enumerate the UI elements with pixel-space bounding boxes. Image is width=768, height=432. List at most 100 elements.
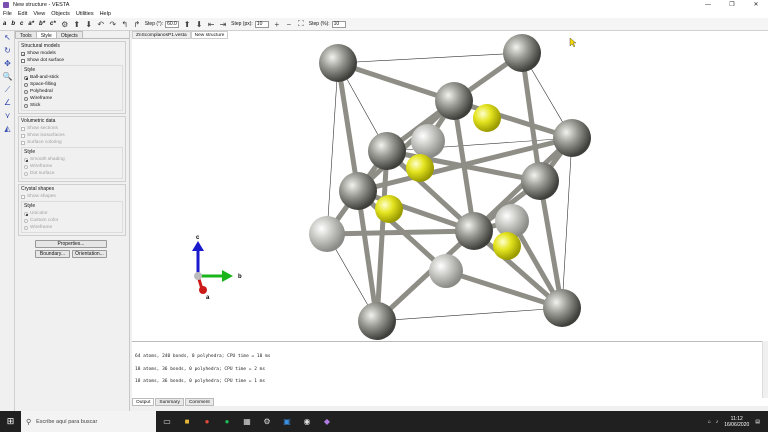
view-along-c-star-button[interactable]: c* <box>50 21 56 27</box>
camera-icon[interactable]: ◉ <box>298 413 316 431</box>
clock[interactable]: 11:12 16/06/2020 <box>724 416 749 428</box>
zn-atom <box>553 119 591 157</box>
rotate-left-icon[interactable]: ↶ <box>97 20 105 29</box>
zoom-out-icon[interactable]: − <box>285 20 293 29</box>
step-px-input[interactable]: 10 <box>254 20 269 28</box>
step-deg-input[interactable]: 60.0 <box>165 20 180 28</box>
step-deg-label: Step (°): <box>144 21 164 27</box>
angle-tool-icon[interactable]: ∠ <box>0 96 15 109</box>
zn-atom <box>435 82 473 120</box>
tab-comment[interactable]: Comment <box>184 398 214 406</box>
calculator-icon[interactable]: ▦ <box>238 413 256 431</box>
axis-label-b: b <box>238 274 242 280</box>
rotate-up-icon[interactable]: ⬆ <box>73 20 81 29</box>
tab-style[interactable]: Style <box>35 31 57 39</box>
maximize-button[interactable]: ❐ <box>720 0 744 9</box>
translate-up-icon[interactable]: ⬆ <box>183 20 191 29</box>
structure-viewer[interactable]: ZnScomplanosP1.vesta New structure c b a <box>132 31 768 341</box>
orientation-button[interactable]: Orientation... <box>72 250 107 258</box>
zoom-in-icon[interactable]: + <box>273 20 281 29</box>
menu-help[interactable]: Help <box>100 11 111 17</box>
folder-icon[interactable]: ■ <box>178 413 196 431</box>
tab-objects[interactable]: Objects <box>55 31 83 39</box>
crystal-style-title: Style <box>24 203 36 209</box>
rotate-tool-icon[interactable]: ↻ <box>0 44 15 57</box>
select-tool-icon[interactable]: ↖ <box>0 31 15 44</box>
vesta-taskbar-icon[interactable]: ◆ <box>318 413 336 431</box>
structural-style-group: Style Ball-and-stick Space-filling Polyh… <box>21 65 123 111</box>
notifications-icon[interactable]: ▤ <box>755 419 760 425</box>
radio-stick[interactable]: Stick <box>24 102 120 109</box>
view-along-a-star-button[interactable]: a* <box>28 21 34 27</box>
magnify-tool-icon[interactable]: 🔍 <box>0 70 15 83</box>
s-atom <box>375 195 403 223</box>
network-icon[interactable]: ⌂ <box>708 419 711 425</box>
radio-unicolor[interactable]: Unicolor <box>24 210 120 217</box>
fit-to-screen-icon[interactable]: ⛶ <box>297 19 305 28</box>
clock-date: 16/06/2020 <box>724 421 750 428</box>
view-along-c-button[interactable]: c <box>20 21 23 27</box>
close-button[interactable]: ✕ <box>744 0 768 9</box>
radio-polyhedral[interactable]: Polyhedral <box>24 88 120 95</box>
rotate-down-icon[interactable]: ⬇ <box>85 20 93 29</box>
minimize-button[interactable]: — <box>696 0 720 9</box>
view-along-b-star-button[interactable]: b* <box>39 21 45 27</box>
photos-icon[interactable]: ▣ <box>278 413 296 431</box>
properties-button[interactable]: Properties... <box>35 240 107 248</box>
menu-objects[interactable]: Objects <box>51 11 70 17</box>
surface-coloring-checkbox[interactable]: Surface coloring <box>21 139 123 146</box>
crystal-shapes-title: Crystal shapes <box>21 186 55 192</box>
rotate-cw-icon[interactable]: ↱ <box>133 20 141 29</box>
rotate-ccw-icon[interactable]: ↰ <box>121 20 129 29</box>
zn-atom <box>503 34 541 72</box>
console-scrollbar[interactable] <box>762 341 768 398</box>
dihedral-tool-icon[interactable]: ⋎ <box>0 109 15 122</box>
spotify-icon[interactable]: ● <box>218 413 236 431</box>
tab-tools[interactable]: Tools <box>15 31 37 39</box>
radio-space-filling[interactable]: Space-filling <box>24 81 120 88</box>
tab-output[interactable]: Output <box>132 398 155 406</box>
radio-vol-wireframe[interactable]: Wireframe <box>24 163 120 170</box>
output-console[interactable]: 64 atoms, 240 bonds, 0 polyhedra; CPU ti… <box>132 341 768 406</box>
rotate-right-icon[interactable]: ↷ <box>109 20 117 29</box>
crystal-structure-canvas[interactable]: c b a <box>132 31 768 341</box>
chrome-icon[interactable]: ● <box>198 413 216 431</box>
lattice-plane-tool-icon[interactable]: ◭ <box>0 122 15 135</box>
taskbar-search[interactable]: ⚲ Escribe aquí para buscar <box>21 411 156 432</box>
step-pct-input[interactable]: 10 <box>331 20 346 28</box>
task-view-icon[interactable]: ▭ <box>158 413 176 431</box>
distance-tool-icon[interactable]: ⟋ <box>0 83 15 96</box>
volume-icon[interactable]: ♪ <box>716 419 719 425</box>
show-models-checkbox[interactable]: ✓ Show models <box>21 50 123 57</box>
radio-dot-surface[interactable]: Dot surface <box>24 170 120 177</box>
translate-down-icon[interactable]: ⬇ <box>195 20 203 29</box>
show-isosurfaces-checkbox[interactable]: Show isosurfaces <box>21 132 123 139</box>
view-along-a-button[interactable]: a <box>3 21 6 27</box>
console-line: 18 atoms, 36 bonds, 0 polyhedra; CPU tim… <box>135 367 266 372</box>
taskbar-search-placeholder: Escribe aquí para buscar <box>36 418 98 425</box>
view-along-b-button[interactable]: b <box>11 21 15 27</box>
menu-view[interactable]: View <box>33 11 45 17</box>
show-shapes-checkbox[interactable]: Show shapes <box>21 193 123 200</box>
boundary-button[interactable]: Boundary... <box>35 250 70 258</box>
menu-utilities[interactable]: Utilities <box>76 11 94 17</box>
tab-summary[interactable]: Summary <box>155 398 184 406</box>
show-sections-checkbox[interactable]: Show sections <box>21 125 123 132</box>
translate-left-icon[interactable]: ⇤ <box>207 20 215 29</box>
zn-atom <box>319 44 357 82</box>
settings-icon[interactable]: ⚙ <box>258 413 276 431</box>
menu-file[interactable]: File <box>3 11 12 17</box>
radio-smooth-shading[interactable]: Smooth shading <box>24 156 120 163</box>
gear-icon[interactable]: ⚙ <box>61 20 69 29</box>
console-line: 64 atoms, 240 bonds, 0 polyhedra; CPU ti… <box>135 354 271 359</box>
radio-custom-color[interactable]: Custom color <box>24 217 120 224</box>
show-dot-surface-checkbox[interactable]: Show dot surface <box>21 57 123 64</box>
translate-tool-icon[interactable]: ✥ <box>0 57 15 70</box>
windows-start-icon[interactable]: ⊞ <box>0 411 21 432</box>
menu-edit[interactable]: Edit <box>18 11 27 17</box>
radio-wireframe[interactable]: Wireframe <box>24 95 120 102</box>
console-line: 18 atoms, 36 bonds, 0 polyhedra; CPU tim… <box>135 379 266 384</box>
radio-crystal-wireframe[interactable]: Wireframe <box>24 224 120 231</box>
radio-ball-and-stick[interactable]: Ball-and-stick <box>24 74 120 81</box>
translate-right-icon[interactable]: ⇥ <box>219 20 227 29</box>
